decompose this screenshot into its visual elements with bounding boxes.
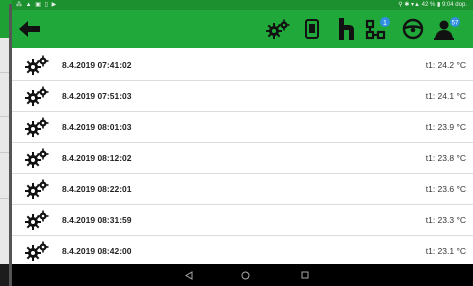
nav-home-button[interactable] <box>230 264 260 286</box>
network-badge: 1 <box>383 20 387 27</box>
record-timestamp: 8.4.2019 08:22:01 <box>62 184 132 194</box>
background-app-edge <box>0 0 12 286</box>
record-row[interactable]: 8.4.2019 07:41:02 t1: 24.2 °C <box>12 50 473 81</box>
record-timestamp: 8.4.2019 08:12:02 <box>62 153 132 163</box>
network-icon: 1 <box>365 17 390 40</box>
user-icon: 57 <box>434 17 460 40</box>
record-value: t1: 23.6 °C <box>425 184 466 194</box>
android-navbar <box>12 264 473 286</box>
status-left-icons: ⁂ ▲ ▣ ▯ ▶ <box>16 2 58 8</box>
record-timestamp: 8.4.2019 08:42:00 <box>62 246 132 256</box>
status-bar: ⁂ ▲ ▣ ▯ ▶ ⚲ ✱ ▾▲ 42 % ▮ 9:04 dop. <box>12 0 473 10</box>
status-right-text: ⚲ ✱ ▾▲ 42 % ▮ 9:04 dop. <box>398 2 467 8</box>
record-value: t1: 24.1 °C <box>425 91 466 101</box>
gears-icon <box>24 210 50 230</box>
steering-wheel-icon <box>402 18 424 40</box>
record-value: t1: 23.9 °C <box>425 122 466 132</box>
back-button[interactable] <box>14 13 46 45</box>
record-value: t1: 23.3 °C <box>425 215 466 225</box>
record-row[interactable]: 8.4.2019 08:01:03 t1: 23.9 °C <box>12 112 473 143</box>
gears-icon <box>24 86 50 106</box>
nav-back-button[interactable] <box>174 264 204 286</box>
arrow-left-icon <box>19 21 40 37</box>
gears-icon <box>24 148 50 168</box>
user-button[interactable]: 57 <box>432 13 464 45</box>
steering-button[interactable] <box>397 13 429 45</box>
gears-icon <box>24 241 50 261</box>
triangle-back-icon <box>185 270 193 280</box>
network-button[interactable]: 1 <box>362 13 394 45</box>
device-button[interactable] <box>296 13 328 45</box>
bluetooth-d-button[interactable] <box>330 13 362 45</box>
d-icon <box>339 18 354 40</box>
record-row[interactable]: 8.4.2019 08:22:01 t1: 23.6 °C <box>12 174 473 205</box>
record-timestamp: 8.4.2019 07:41:02 <box>62 60 132 70</box>
record-value: t1: 23.1 °C <box>425 246 466 256</box>
record-value: t1: 23.8 °C <box>425 153 466 163</box>
record-row[interactable]: 8.4.2019 08:12:02 t1: 23.8 °C <box>12 143 473 174</box>
circle-home-icon <box>241 271 249 279</box>
record-value: t1: 24.2 °C <box>425 60 466 70</box>
record-timestamp: 8.4.2019 08:01:03 <box>62 122 132 132</box>
record-row[interactable]: 8.4.2019 08:42:00 t1: 23.1 °C <box>12 236 473 267</box>
record-row[interactable]: 8.4.2019 08:31:59 t1: 23.3 °C <box>12 205 473 236</box>
record-row[interactable]: 8.4.2019 07:51:03 t1: 24.1 °C <box>12 81 473 112</box>
gears-icon <box>24 117 50 137</box>
tablet-icon <box>305 19 319 39</box>
square-recent-icon <box>301 271 309 279</box>
user-badge: 57 <box>452 21 459 27</box>
records-list: 8.4.2019 07:41:02 t1: 24.2 °C 8.4.2019 07:… <box>12 50 473 267</box>
gears-icon <box>24 179 50 199</box>
record-timestamp: 8.4.2019 07:51:03 <box>62 91 132 101</box>
gears-icon <box>24 55 50 75</box>
record-timestamp: 8.4.2019 08:31:59 <box>62 215 132 225</box>
gears-icon <box>266 19 290 39</box>
nav-recent-button[interactable] <box>290 264 320 286</box>
toolbar: 1 57 <box>12 10 473 48</box>
app-window: ⁂ ▲ ▣ ▯ ▶ ⚲ ✱ ▾▲ 42 % ▮ 9:04 dop. 1 57 8… <box>12 0 473 286</box>
settings-button[interactable] <box>262 13 294 45</box>
